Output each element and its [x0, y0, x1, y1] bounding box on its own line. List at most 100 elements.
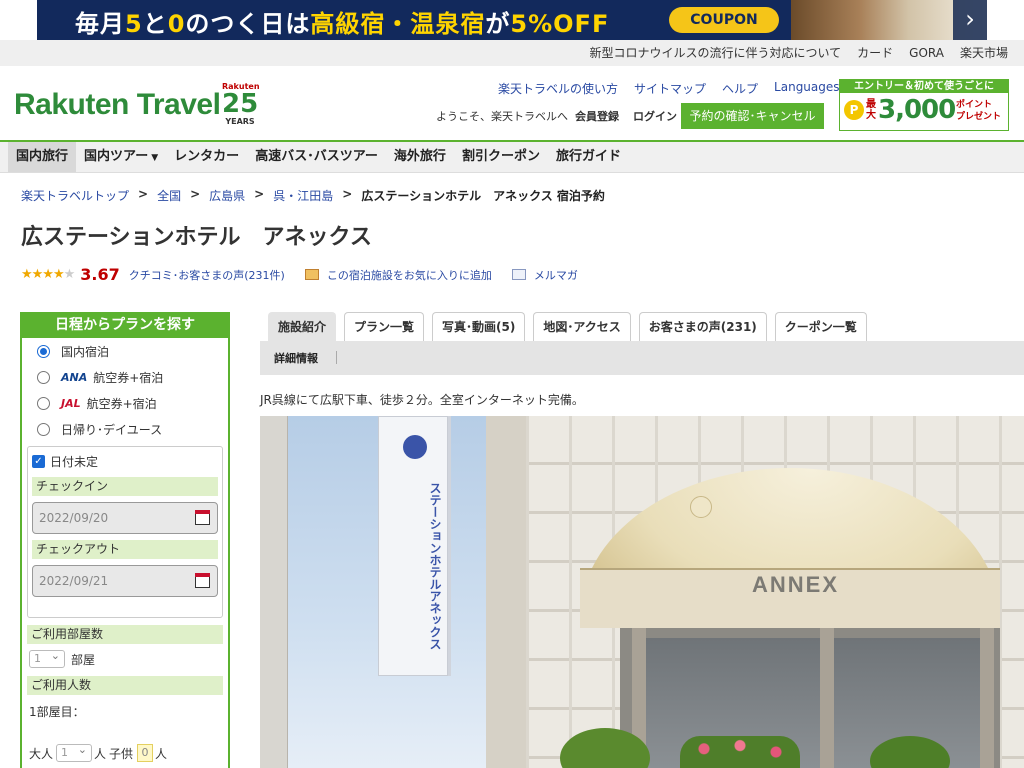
promo-max-label: 最大 — [866, 99, 876, 121]
favorite-icon — [304, 269, 319, 280]
breadcrumb-separator: > — [342, 187, 353, 201]
nav-rental-car[interactable]: レンタカー — [166, 142, 247, 172]
breadcrumb-current: 広ステーションホテル アネックス 宿泊予約 — [361, 189, 605, 203]
reservation-confirm-button[interactable]: 予約の確認･キャンセル — [681, 103, 824, 129]
link-sitemap[interactable]: サイトマップ — [634, 80, 706, 97]
nav-domestic[interactable]: 国内旅行 — [8, 142, 77, 172]
star-rating-icon: ★★★★★ — [21, 267, 75, 282]
room1-label: 1部屋目： — [29, 705, 85, 719]
util-link-ichiba[interactable]: 楽天市場 — [952, 40, 1016, 66]
subnav-details[interactable]: 詳細情報 — [274, 350, 318, 366]
jal-logo-icon: JAL — [61, 396, 81, 410]
banner-text: 毎月5と0のつく日は高級宿・温泉宿が5%OFF — [75, 10, 610, 38]
util-link-gora[interactable]: GORA — [901, 40, 952, 66]
radio-button[interactable] — [37, 396, 50, 410]
option-jal-flight-stay[interactable]: JAL 航空券+宿泊 — [22, 390, 228, 416]
page-title: 広ステーションホテル アネックス — [21, 225, 372, 250]
nav-domestic-tour[interactable]: 国内ツアー ▼ — [76, 142, 166, 172]
point-coin-icon: P — [844, 100, 864, 120]
tab-plan-list[interactable]: プラン一覧 — [344, 312, 425, 341]
hotel-sign: ステーションホテルアネックス — [378, 416, 448, 676]
promo-amount: 3,000 — [878, 95, 956, 125]
date-undecided-checkbox[interactable]: ✓ 日付未定 — [32, 451, 218, 471]
tab-facility-info[interactable]: 施設紹介 — [268, 312, 337, 341]
breadcrumb: 楽天トラベルトップ > 全国 > 広島県 > 呉・江田島 > 広ステーションホテ… — [21, 187, 605, 204]
option-day-use[interactable]: 日帰り･デイユース — [22, 416, 228, 442]
checkout-date-input[interactable]: 2022/09/21 — [32, 565, 218, 597]
calendar-icon[interactable] — [195, 573, 210, 588]
mail-icon — [511, 269, 526, 280]
breadcrumb-national[interactable]: 全国 — [157, 187, 181, 204]
add-favorite-link[interactable]: この宿泊施設をお気に入りに追加 — [327, 267, 492, 283]
subnav-divider — [336, 351, 337, 364]
reviews-link[interactable]: クチコミ･お客さまの声(231件) — [129, 267, 285, 283]
breadcrumb-separator: > — [138, 187, 149, 201]
radio-button[interactable] — [37, 370, 50, 384]
tab-photos-videos[interactable]: 写真･動画(5) — [432, 312, 526, 341]
nav-bus[interactable]: 高速バス･バスツアー — [247, 142, 386, 172]
tab-reviews[interactable]: お客さまの声(231) — [638, 312, 767, 341]
login-link[interactable]: ログイン — [633, 108, 677, 124]
link-howto[interactable]: 楽天トラベルの使い方 — [498, 80, 618, 97]
guest-count-row: 大人 1 人 子供 0 人 — [29, 742, 228, 762]
breadcrumb-separator: > — [190, 187, 201, 201]
hotel-logo-icon — [403, 435, 427, 459]
hotel-photo[interactable]: ステーションホテルアネックス ANNEX — [260, 416, 1024, 768]
search-panel-title: 日程からプランを探す — [20, 312, 230, 338]
nav-coupons[interactable]: 割引クーポン — [454, 142, 548, 172]
link-help[interactable]: ヘルプ — [722, 80, 758, 97]
breadcrumb-top[interactable]: 楽天トラベルトップ — [21, 187, 129, 204]
annex-sign-text: ANNEX — [752, 572, 840, 597]
checkin-label: チェックイン — [32, 477, 218, 496]
register-link[interactable]: 会員登録 — [575, 108, 619, 124]
plan-search-panel: 日程からプランを探す 国内宿泊 ANA 航空券+宿泊 JAL 航空券+宿泊 日帰… — [20, 312, 230, 768]
tab-coupons[interactable]: クーポン一覧 — [774, 312, 867, 341]
breadcrumb-area[interactable]: 呉・江田島 — [273, 187, 333, 204]
rating-score: 3.67 — [80, 265, 120, 284]
guests-label: ご利用人数 — [27, 676, 223, 695]
hotel-sign-text: ステーションホテルアネックス — [428, 482, 442, 650]
calendar-icon[interactable] — [195, 510, 210, 525]
utility-bar: 新型コロナウイルスの流行に伴う対応について カード GORA 楽天市場 — [0, 40, 1024, 66]
promo-banner[interactable]: 毎月5と0のつく日は高級宿・温泉宿が5%OFF COUPON › — [37, 0, 987, 40]
option-ana-flight-stay[interactable]: ANA 航空券+宿泊 — [22, 364, 228, 390]
radio-button[interactable] — [37, 344, 50, 358]
newsletter-link[interactable]: メルマガ — [534, 267, 578, 283]
checkin-date-input[interactable]: 2022/09/20 — [32, 502, 218, 534]
promo-points-label: ポイント プレゼント — [956, 100, 1002, 122]
chevron-right-icon[interactable]: › — [953, 0, 987, 40]
caret-down-icon: ▼ — [151, 153, 159, 163]
promo-heading: エントリー＆初めて使うごとに — [840, 80, 1008, 93]
rakuten-travel-logo[interactable]: Rakuten Travel — [14, 88, 221, 122]
tab-map-access[interactable]: 地図･アクセス — [533, 312, 631, 341]
radio-button[interactable] — [37, 422, 50, 436]
hotel-description: JR呉線にて広駅下車、徒歩２分。全室インターネット完備。 — [260, 393, 584, 407]
option-domestic-stay[interactable]: 国内宿泊 — [22, 338, 228, 364]
tab-subnav: 詳細情報 — [260, 341, 1024, 375]
util-link-covid[interactable]: 新型コロナウイルスの流行に伴う対応について — [582, 40, 850, 66]
nav-guide[interactable]: 旅行ガイド — [548, 142, 629, 172]
coupon-badge: COUPON — [669, 7, 779, 33]
child-count-input[interactable]: 0 — [137, 744, 154, 762]
ana-logo-icon: ANA — [61, 370, 88, 384]
header-links: 楽天トラベルの使い方 サイトマップ ヘルプ Languages ▼ — [498, 80, 898, 97]
awning-logo-icon — [690, 496, 712, 518]
anniversary-logo: Rakuten 25 YEARS — [222, 82, 260, 126]
checkout-label: チェックアウト — [32, 540, 218, 559]
points-promo[interactable]: エントリー＆初めて使うごとに P 最大 3,000 ポイント プレゼント — [839, 79, 1009, 131]
main-nav: 国内旅行 国内ツアー ▼ レンタカー 高速バス･バスツアー 海外旅行 割引クーポン… — [0, 140, 1024, 173]
rooms-label: ご利用部屋数 — [27, 625, 223, 644]
rooms-select[interactable]: 1 — [29, 648, 65, 668]
breadcrumb-separator: > — [254, 187, 265, 201]
breadcrumb-prefecture[interactable]: 広島県 — [209, 187, 245, 204]
hotel-tabs: 施設紹介 プラン一覧 写真･動画(5) 地図･アクセス お客さまの声(231) … — [260, 312, 1024, 342]
adult-select[interactable]: 1 — [56, 742, 93, 762]
rooms-row: 1 部屋 — [29, 648, 228, 669]
site-header: Rakuten Travel Rakuten 25 YEARS 楽天トラベルの使… — [0, 66, 1024, 140]
util-link-card[interactable]: カード — [849, 40, 901, 66]
rating-row: ★★★★★ 3.67 クチコミ･お客さまの声(231件) この宿泊施設をお気に入… — [21, 265, 578, 284]
date-box: ✓ 日付未定 チェックイン 2022/09/20 チェックアウト 2022/09… — [27, 446, 223, 618]
welcome-text: ようこそ、楽天トラベルへ — [436, 110, 568, 123]
nav-overseas[interactable]: 海外旅行 — [386, 142, 454, 172]
checkmark-icon[interactable]: ✓ — [32, 454, 45, 468]
